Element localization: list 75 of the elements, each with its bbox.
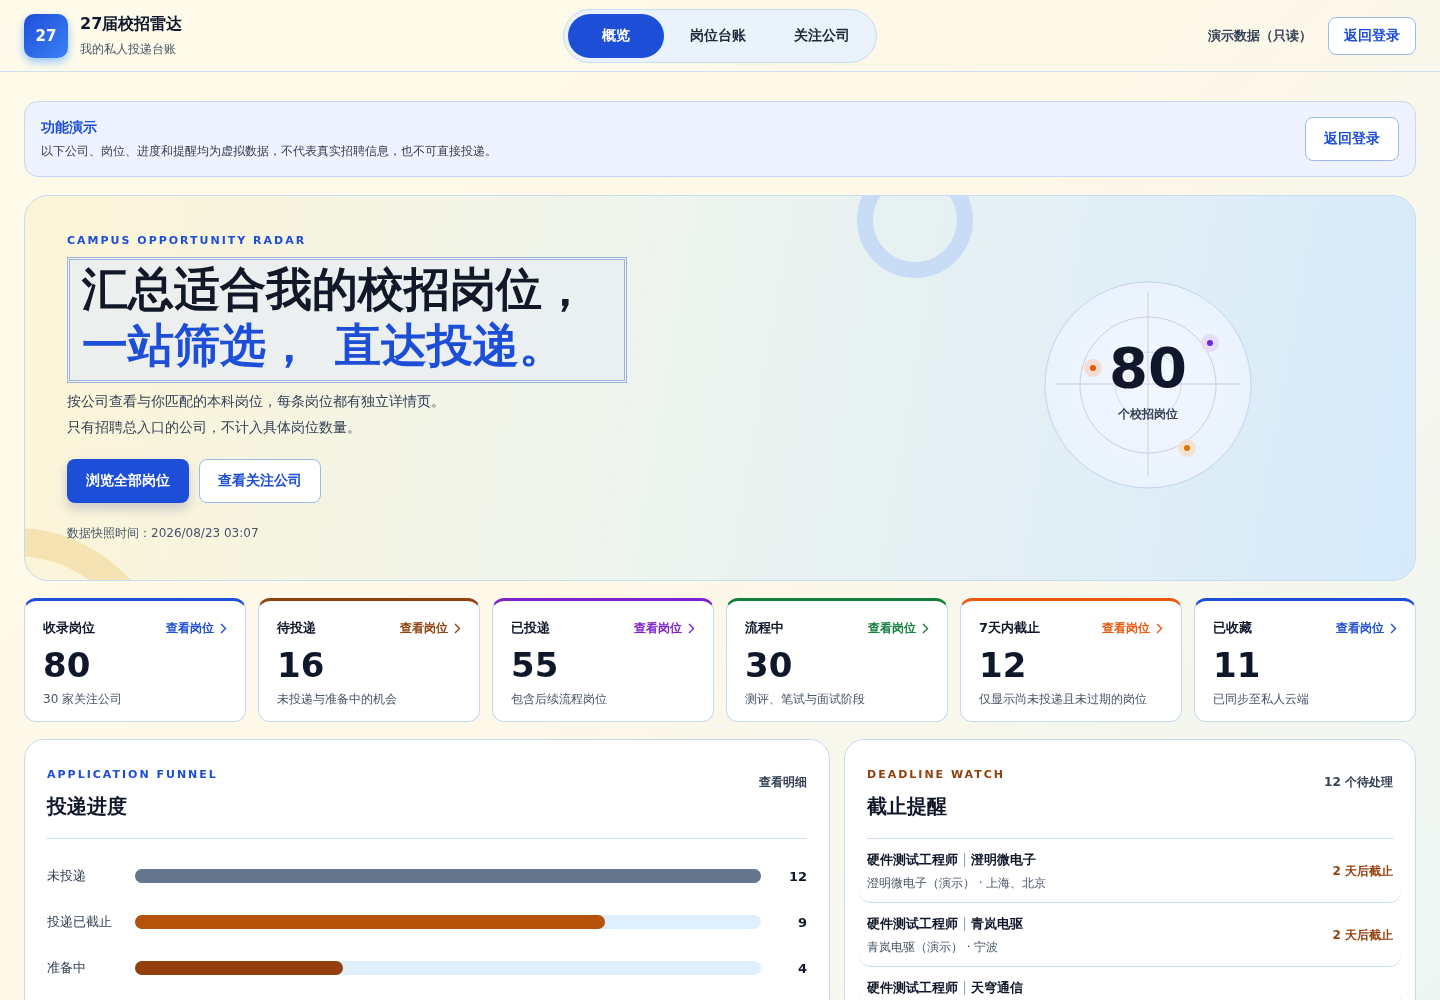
funnel-count: 4 xyxy=(796,960,807,976)
stat-note: 已同步至私人云端 xyxy=(1213,691,1310,708)
stat-value: 30 xyxy=(745,645,794,685)
job-title: 硬件测试工程师 xyxy=(867,851,958,869)
hero-description: 按公司查看与你匹配的本科岗位，每条岗位都有独立详情页。 xyxy=(67,393,446,411)
deadline-label: 2 天后截止 xyxy=(1332,927,1393,944)
view-companies-button[interactable]: 查看关注公司 xyxy=(199,459,321,503)
snapshot-time: 数据快照时间：2026/08/23 03:07 xyxy=(67,525,260,542)
stat-value: 11 xyxy=(1213,645,1262,685)
hero-eyebrow: CAMPUS OPPORTUNITY RADAR xyxy=(67,234,308,247)
company-name: 青岚电驱 xyxy=(971,915,1023,933)
view-jobs-link[interactable]: 查看岗位 xyxy=(868,619,929,637)
section-title: 投递进度 xyxy=(47,794,128,819)
company-name: 澄明微电子 xyxy=(971,851,1036,869)
notice-text: 以下公司、岗位、进度和提醒均为虚拟数据，不代表真实招聘信息，也不可直接投递。 xyxy=(41,142,497,160)
job-count-label: 个校招岗位 xyxy=(1117,406,1179,423)
logo-badge: 27 xyxy=(24,13,68,58)
deadline-item[interactable]: 硬件测试工程师 青岚电驱 青岚电驱（演示） · 宁波 2 天后截止 xyxy=(859,903,1401,967)
chevron-icon xyxy=(922,622,929,634)
funnel-count: 12 xyxy=(787,868,807,884)
details-link[interactable]: 查看明细 xyxy=(759,774,807,791)
company-name: 天穹通信 xyxy=(971,979,1023,997)
stat-value: 55 xyxy=(511,645,560,685)
hero-headline: 汇总适合我的校招岗位， 一站筛选， 直达投递。 xyxy=(67,257,627,383)
section-eyebrow: DEADLINE WATCH xyxy=(867,768,1006,781)
browse-jobs-button[interactable]: 浏览全部岗位 xyxy=(67,459,189,503)
job-title: 硬件测试工程师 xyxy=(867,979,958,997)
stat-title: 7天内截止 xyxy=(979,619,1041,637)
view-jobs-link[interactable]: 查看岗位 xyxy=(166,619,227,637)
section-title: 截止提醒 xyxy=(867,794,948,819)
chevron-icon xyxy=(1156,622,1163,634)
view-jobs-link[interactable]: 查看岗位 xyxy=(1102,619,1163,637)
notice-title: 功能演示 xyxy=(41,118,98,137)
stat-note: 包含后续流程岗位 xyxy=(511,691,608,708)
pending-count: 12 个待处理 xyxy=(1324,774,1393,791)
funnel-label: 准备中 xyxy=(47,959,87,977)
job-meta: 青岚电驱（演示） · 宁波 xyxy=(867,939,1000,956)
deadline-label: 2 天后截止 xyxy=(1332,863,1393,880)
deadline-item[interactable]: 硬件测试工程师 天穹通信 xyxy=(859,967,1401,1000)
stat-value: 16 xyxy=(277,645,326,685)
nav-tab[interactable]: 概览 xyxy=(568,13,664,58)
job-count: 80 xyxy=(1108,336,1188,400)
login-button[interactable]: 返回登录 xyxy=(1328,16,1416,55)
stat-title: 流程中 xyxy=(745,619,784,637)
deadline-item[interactable]: 硬件测试工程师 澄明微电子 澄明微电子（演示） · 上海、北京 2 天后截止 xyxy=(859,839,1401,903)
funnel-count: 9 xyxy=(796,914,807,930)
job-meta: 澄明微电子（演示） · 上海、北京 xyxy=(867,875,1047,892)
stat-title: 已收藏 xyxy=(1213,619,1252,637)
stat-value: 80 xyxy=(43,645,92,685)
login-button[interactable]: 返回登录 xyxy=(1305,117,1399,161)
stat-title: 收录岗位 xyxy=(43,619,95,637)
section-eyebrow: APPLICATION FUNNEL xyxy=(47,768,218,781)
chevron-icon xyxy=(454,622,461,634)
app-title: 27届校招雷达 xyxy=(80,13,183,35)
hero-description: 只有招聘总入口的公司，不计入具体岗位数量。 xyxy=(67,419,362,437)
stat-note: 测评、笔试与面试阶段 xyxy=(745,691,866,708)
stat-note: 仅显示尚未投递且未过期的岗位 xyxy=(979,691,1148,708)
app-subtitle: 我的私人投递台账 xyxy=(80,40,177,58)
mode-label: 演示数据（只读） xyxy=(1208,26,1312,45)
view-jobs-link[interactable]: 查看岗位 xyxy=(634,619,695,637)
funnel-label: 未投递 xyxy=(47,867,87,885)
job-title: 硬件测试工程师 xyxy=(867,915,958,933)
chevron-icon xyxy=(220,622,227,634)
stat-value: 12 xyxy=(979,645,1028,685)
nav-tab[interactable]: 关注公司 xyxy=(772,13,872,58)
stat-note: 未投递与准备中的机会 xyxy=(277,691,398,708)
stat-note: 30 家关注公司 xyxy=(43,691,124,708)
nav-tab[interactable]: 岗位台账 xyxy=(668,13,768,58)
view-jobs-link[interactable]: 查看岗位 xyxy=(1336,619,1397,637)
funnel-label: 投递已截止 xyxy=(47,913,113,931)
stat-title: 已投递 xyxy=(511,619,550,637)
stat-title: 待投递 xyxy=(277,619,316,637)
chevron-icon xyxy=(688,622,695,634)
chevron-icon xyxy=(1390,622,1397,634)
view-jobs-link[interactable]: 查看岗位 xyxy=(400,619,461,637)
